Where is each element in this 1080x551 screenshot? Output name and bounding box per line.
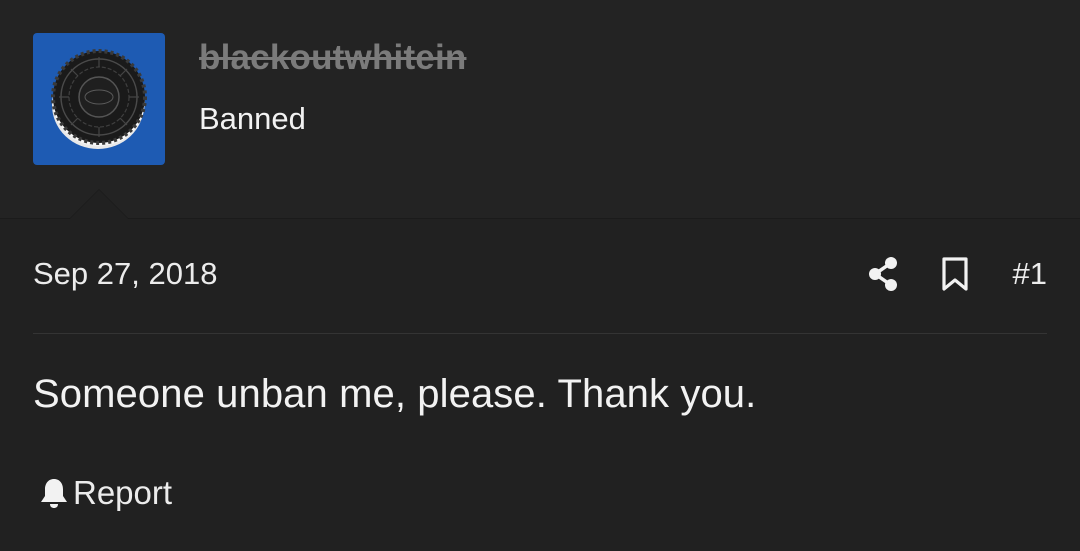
report-button[interactable]: Report (39, 474, 172, 512)
user-block-pointer (69, 189, 129, 219)
bell-icon (39, 477, 69, 509)
user-title: Banned (199, 101, 306, 136)
user-info-block: blackoutwhitein Banned (0, 0, 1080, 219)
post-message: Someone unban me, please. Thank you. (33, 372, 757, 416)
share-button[interactable] (865, 254, 901, 294)
post-number-link[interactable]: #1 (1013, 256, 1047, 292)
divider (33, 333, 1047, 334)
oreo-cookie-icon (51, 49, 147, 149)
report-label: Report (73, 474, 173, 511)
bookmark-icon (941, 257, 968, 291)
avatar[interactable] (33, 33, 165, 165)
bookmark-button[interactable] (939, 254, 971, 294)
post-date[interactable]: Sep 27, 2018 (33, 256, 217, 292)
username-link[interactable]: blackoutwhitein (199, 38, 466, 78)
forum-post: blackoutwhitein Banned Sep 27, 2018 #1 S… (0, 0, 1080, 551)
share-icon (868, 257, 897, 291)
post-actions: #1 (865, 252, 1047, 296)
